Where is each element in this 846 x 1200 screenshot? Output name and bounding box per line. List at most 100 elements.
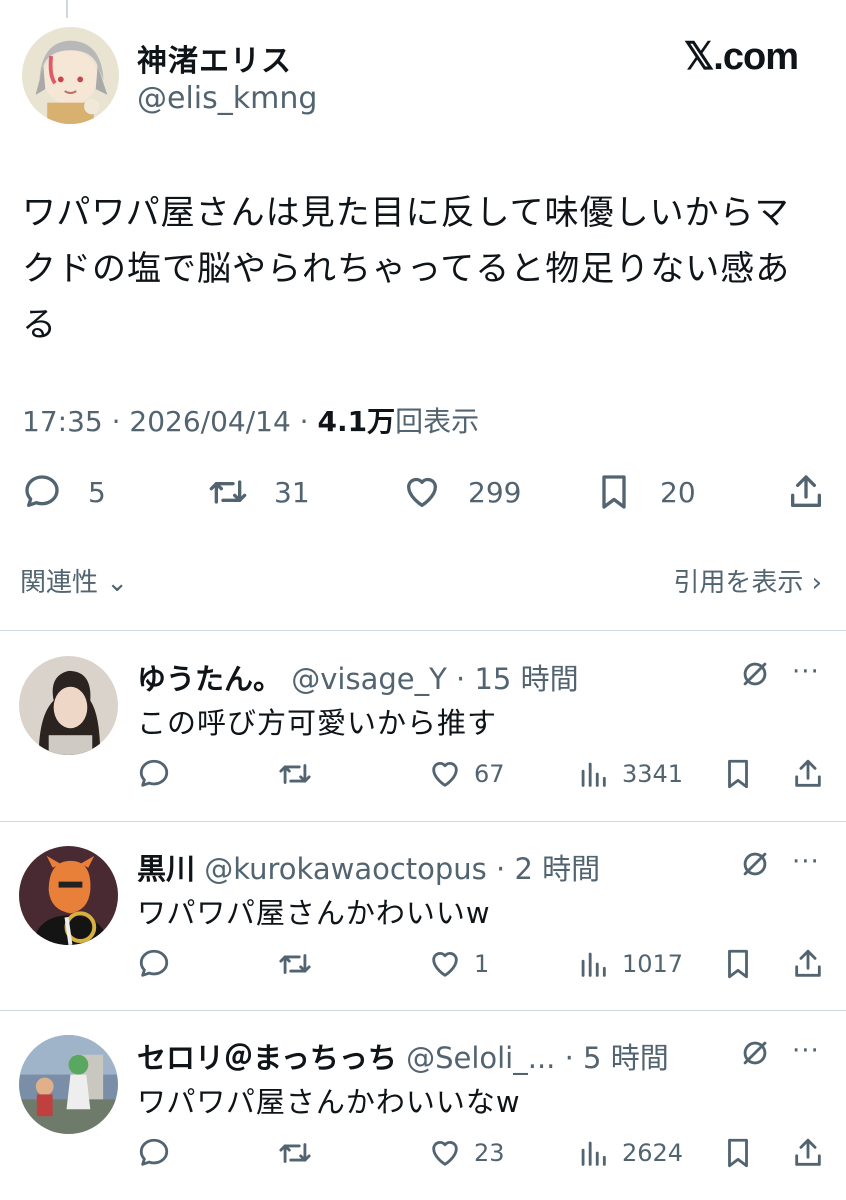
view-quotes-link[interactable]: 引用を表示 › — [673, 562, 822, 599]
like-button[interactable]: 299 — [402, 466, 521, 518]
like-button[interactable]: 67 — [428, 757, 505, 791]
views-button[interactable]: 3341 — [576, 757, 683, 791]
grok-icon — [743, 1041, 767, 1065]
like-count: 299 — [468, 475, 522, 509]
view-count: 3341 — [622, 760, 684, 788]
author-name[interactable]: 神渚エリス — [137, 36, 292, 80]
tweet-text-line: ワパワパ屋さんは見た目に反して味優しいからマ — [22, 193, 790, 233]
divider — [0, 821, 846, 822]
tweet-timestamp[interactable]: 17:35 · 2026/04/14 · — [22, 405, 317, 438]
bookmark-icon — [728, 1138, 748, 1168]
share-button[interactable] — [791, 757, 825, 791]
views-button[interactable]: 2624 — [576, 1136, 683, 1170]
more-options-button[interactable]: ··· — [792, 1036, 820, 1066]
separator: · — [446, 662, 475, 696]
reply-button[interactable] — [137, 757, 171, 791]
author-avatar[interactable] — [22, 27, 119, 124]
tweet-text-line: クドの塩で脳やられちゃってると物足りない感あ — [22, 249, 791, 289]
reply-header: セロリ＠まっちっち @Seloli_... · 5 時間 — [137, 1035, 669, 1077]
retweet-icon — [279, 1143, 311, 1163]
reply-text: ワパワパ屋さんかわいいw — [137, 896, 491, 930]
reply-author-handle[interactable]: @kurokawaoctopus — [204, 852, 487, 886]
grok-button[interactable] — [738, 847, 772, 885]
sort-relevance-dropdown[interactable]: 関連性 ⌄ — [20, 562, 128, 599]
like-button[interactable]: 23 — [428, 1136, 505, 1170]
divider — [0, 1010, 846, 1011]
heart-icon — [432, 1141, 458, 1166]
reply-header: 黒川 @kurokawaoctopus · 2 時間 — [137, 846, 600, 888]
reply-author-name[interactable]: セロリ＠まっちっち — [137, 1041, 397, 1075]
like-count: 67 — [474, 760, 505, 788]
like-button[interactable]: 1 — [428, 947, 489, 981]
reply-text: ワパワパ屋さんかわいいなw — [137, 1085, 521, 1119]
bookmark-icon — [602, 475, 626, 509]
reply-icon — [139, 759, 169, 787]
share-icon — [791, 475, 821, 507]
reply-time[interactable]: 15 時間 — [474, 662, 578, 696]
grok-icon — [743, 852, 767, 876]
author-handle[interactable]: @elis_kmng — [137, 81, 317, 116]
grok-button[interactable] — [738, 1036, 772, 1074]
divider — [0, 630, 846, 631]
grok-icon — [743, 662, 767, 686]
separator: · — [555, 1041, 584, 1075]
reply-icon — [25, 475, 59, 507]
share-button[interactable] — [791, 1136, 825, 1170]
more-options-button[interactable]: ··· — [792, 657, 820, 687]
share-icon — [795, 1138, 821, 1166]
grok-button[interactable] — [738, 657, 772, 695]
bookmark-button[interactable] — [721, 947, 755, 981]
bookmark-button[interactable] — [721, 757, 755, 791]
view-count: 1017 — [622, 950, 684, 978]
reply-author-name[interactable]: ゆうたん。 — [137, 662, 282, 696]
tweet-meta: 17:35 · 2026/04/14 · 4.1万回表示 — [22, 400, 479, 440]
heart-icon — [432, 952, 458, 977]
x-logo: 𝕏.com — [683, 36, 799, 78]
retweet-button[interactable] — [278, 757, 312, 791]
reply-button[interactable] — [137, 1136, 171, 1170]
analytics-icon — [581, 762, 606, 787]
reply-time[interactable]: 5 時間 — [583, 1041, 669, 1075]
reply-avatar[interactable] — [19, 846, 118, 945]
view-count: 4.1万 — [317, 405, 396, 438]
share-button[interactable] — [791, 947, 825, 981]
share-icon — [795, 759, 821, 787]
reply-icon — [139, 949, 169, 977]
retweet-count: 31 — [274, 475, 310, 509]
heart-icon — [407, 477, 437, 507]
bookmark-icon — [728, 759, 748, 789]
reply-button[interactable]: 5 — [22, 466, 106, 518]
retweet-button[interactable] — [278, 1136, 312, 1170]
more-options-button[interactable]: ··· — [792, 847, 820, 877]
bookmark-button[interactable]: 20 — [594, 466, 696, 518]
like-count: 1 — [474, 950, 490, 978]
view-count: 2624 — [622, 1139, 684, 1167]
reply-icon — [139, 1138, 169, 1166]
retweet-button[interactable] — [278, 947, 312, 981]
reply-time[interactable]: 2 時間 — [514, 852, 600, 886]
chevron-right-icon: › — [811, 568, 822, 598]
share-icon — [795, 949, 821, 977]
reply-author-handle[interactable]: @Seloli_... — [406, 1041, 555, 1075]
retweet-icon — [209, 480, 247, 504]
bookmark-button[interactable] — [721, 1136, 755, 1170]
reply-author-name[interactable]: 黒川 — [137, 852, 195, 886]
view-quotes-label: 引用を表示 — [673, 568, 812, 598]
reply-button[interactable] — [137, 947, 171, 981]
reply-avatar[interactable] — [19, 656, 118, 755]
share-button[interactable] — [786, 466, 826, 518]
analytics-icon — [581, 1141, 606, 1166]
reply-header: ゆうたん。 @visage_Y · 15 時間 — [137, 656, 579, 698]
reply-avatar[interactable] — [19, 1035, 118, 1134]
chevron-down-icon: ⌄ — [106, 568, 129, 598]
tweet-text-line: る — [22, 305, 57, 345]
sort-label: 関連性 — [20, 568, 107, 598]
separator: · — [486, 852, 515, 886]
bookmark-count: 20 — [660, 475, 696, 509]
retweet-button[interactable]: 31 — [208, 466, 310, 518]
thread-line — [66, 0, 68, 18]
view-label: 回表示 — [395, 405, 480, 438]
views-button[interactable]: 1017 — [576, 947, 683, 981]
reply-author-handle[interactable]: @visage_Y — [291, 662, 447, 696]
bookmark-icon — [728, 949, 748, 979]
